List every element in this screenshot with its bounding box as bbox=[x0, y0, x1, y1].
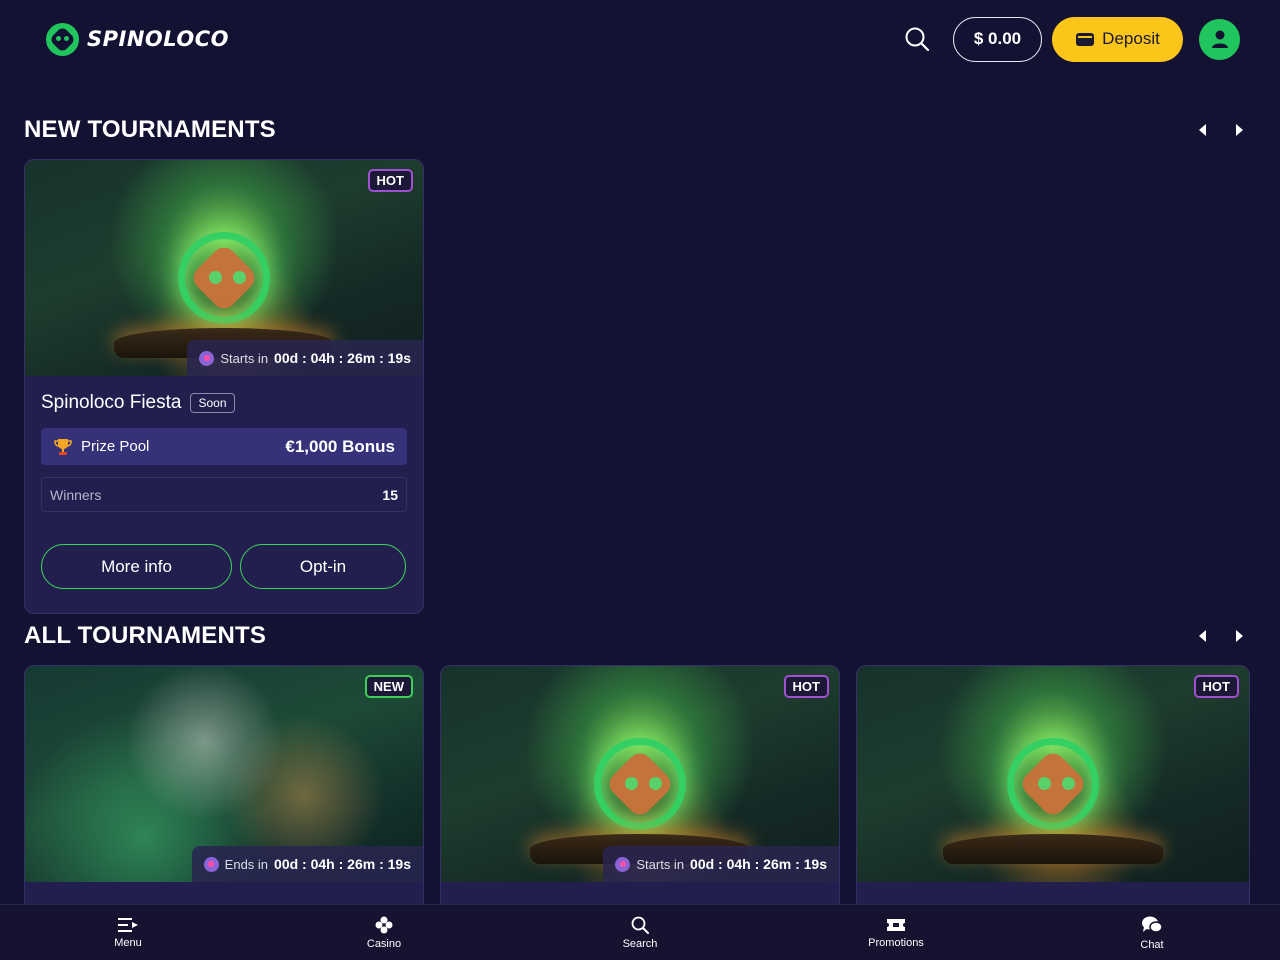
menu-icon bbox=[118, 917, 138, 932]
logo-text: SPINOLOCO bbox=[87, 27, 230, 51]
timer-label: Starts in bbox=[220, 350, 269, 366]
new-badge: NEW bbox=[364, 675, 413, 698]
tournament-card: HOT bbox=[856, 665, 1250, 925]
balance-display[interactable]: $ 0.00 bbox=[953, 16, 1042, 62]
site-logo[interactable]: SPINOLOCO bbox=[46, 22, 230, 56]
deposit-button[interactable]: Deposit bbox=[1052, 16, 1183, 62]
status-badge: Soon bbox=[190, 393, 235, 413]
top-header: SPINOLOCO $ 0.00 Deposit bbox=[0, 0, 1280, 78]
tournament-timer: Ends in 00d : 04h : 26m : 19s bbox=[191, 846, 423, 882]
nav-label: Search bbox=[622, 937, 658, 950]
nav-item-promotions[interactable]: Promotions bbox=[826, 917, 966, 949]
nav-label: Chat bbox=[1140, 938, 1164, 951]
tournament-card: HOT Starts in 00d : 04h : 26m : 19s Spin… bbox=[24, 159, 424, 614]
ticket-icon bbox=[887, 918, 905, 931]
tournament-banner-image[interactable]: NEW Ends in 00d : 04h : 26m : 19s bbox=[25, 666, 423, 882]
clover-icon bbox=[375, 916, 393, 933]
tournament-card: NEW Ends in 00d : 04h : 26m : 19s bbox=[24, 665, 424, 925]
hot-badge: HOT bbox=[783, 675, 829, 698]
nav-label: Casino bbox=[366, 937, 402, 950]
nav-item-casino[interactable]: Casino bbox=[314, 916, 454, 950]
all-tournaments-heading: ALL TOURNAMENTS bbox=[24, 622, 267, 649]
clock-icon bbox=[615, 856, 631, 872]
user-icon bbox=[1211, 30, 1228, 48]
more-info-button[interactable]: More info bbox=[41, 544, 232, 589]
all-tournaments-carousel-controls bbox=[1198, 629, 1244, 643]
timer-value: 00d : 04h : 26m : 19s bbox=[274, 856, 411, 872]
carousel-prev-button[interactable] bbox=[1198, 629, 1208, 643]
tournament-banner-image[interactable]: HOT Starts in 00d : 04h : 26m : 19s bbox=[441, 666, 839, 882]
prize-pool-value: €1,000 Bonus bbox=[285, 436, 395, 456]
hot-badge: HOT bbox=[1193, 675, 1239, 698]
new-tournaments-heading: NEW TOURNAMENTS bbox=[24, 116, 276, 143]
new-tournaments-carousel-controls bbox=[1198, 123, 1244, 137]
nav-item-chat[interactable]: Chat bbox=[1082, 915, 1222, 951]
carousel-next-button[interactable] bbox=[1234, 123, 1244, 137]
tournament-card: HOT Starts in 00d : 04h : 26m : 19s bbox=[440, 665, 840, 925]
carousel-prev-button[interactable] bbox=[1198, 123, 1208, 137]
timer-value: 00d : 04h : 26m : 19s bbox=[274, 350, 411, 366]
tournament-timer: Starts in 00d : 04h : 26m : 19s bbox=[603, 846, 839, 882]
arrow-right-icon bbox=[1236, 124, 1243, 136]
clock-icon bbox=[199, 350, 215, 366]
timer-label: Starts in bbox=[636, 856, 685, 872]
tournament-timer: Starts in 00d : 04h : 26m : 19s bbox=[187, 340, 423, 376]
timer-value: 00d : 04h : 26m : 19s bbox=[690, 856, 827, 872]
arrow-left-icon bbox=[1199, 630, 1206, 642]
winners-row: Winners 15 bbox=[41, 477, 407, 512]
nav-label: Promotions bbox=[868, 936, 924, 949]
tournament-title: Spinoloco Fiesta bbox=[41, 392, 182, 413]
header-search-button[interactable] bbox=[897, 19, 937, 59]
logo-icon bbox=[46, 22, 79, 56]
nav-item-search[interactable]: Search bbox=[570, 916, 710, 950]
chat-icon bbox=[1142, 916, 1163, 933]
timer-label: Ends in bbox=[224, 856, 269, 872]
arrow-right-icon bbox=[1236, 630, 1243, 642]
hot-badge: HOT bbox=[367, 169, 413, 192]
nav-item-menu[interactable]: Menu bbox=[58, 917, 198, 949]
nav-label: Menu bbox=[114, 936, 142, 949]
winners-value: 15 bbox=[382, 486, 398, 503]
bottom-navigation: Menu Casino Search Promotions Chat bbox=[0, 904, 1280, 960]
clock-icon bbox=[203, 856, 219, 872]
arrow-left-icon bbox=[1199, 124, 1206, 136]
trophy-icon bbox=[54, 438, 72, 455]
deposit-label: Deposit bbox=[1102, 29, 1160, 48]
winners-label: Winners bbox=[50, 486, 102, 503]
carousel-next-button[interactable] bbox=[1234, 629, 1244, 643]
opt-in-button[interactable]: Opt-in bbox=[240, 544, 406, 589]
tournament-banner-image[interactable]: HOT bbox=[857, 666, 1249, 882]
tournament-banner-image[interactable]: HOT Starts in 00d : 04h : 26m : 19s bbox=[25, 160, 423, 376]
user-avatar-button[interactable] bbox=[1199, 18, 1240, 60]
prize-pool-label: Prize Pool bbox=[81, 438, 150, 455]
search-icon bbox=[905, 27, 930, 52]
prize-pool-row: Prize Pool €1,000 Bonus bbox=[41, 428, 407, 465]
wallet-icon bbox=[1076, 33, 1095, 46]
search-icon bbox=[631, 916, 649, 934]
